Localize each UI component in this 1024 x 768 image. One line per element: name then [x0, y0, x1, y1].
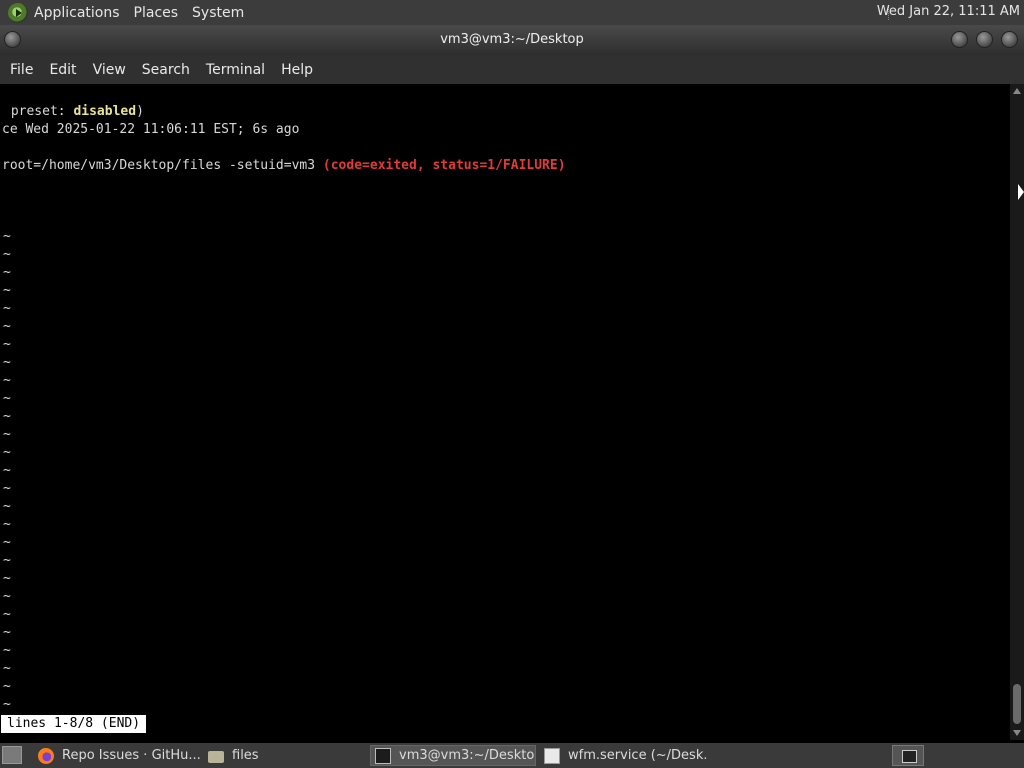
empty-line-tilde: ~ [3, 625, 11, 640]
task-files[interactable]: files [204, 745, 364, 766]
terminal-output[interactable]: preset: disabled) ce Wed 2025-01-22 11:0… [0, 84, 1010, 740]
task-label: Repo Issues · GitHu... [62, 748, 200, 763]
task-label: files [232, 748, 259, 763]
terminal-line-active-since: ce Wed 2025-01-22 11:06:11 EST; 6s ago [2, 122, 300, 137]
empty-line-tilde: ~ [3, 661, 11, 676]
close-button[interactable] [1001, 31, 1018, 48]
empty-line-tilde: ~ [3, 589, 11, 604]
mouse-pointer-icon [1018, 184, 1024, 200]
task-firefox[interactable]: Repo Issues · GitHu... [34, 745, 200, 766]
bottom-panel: Repo Issues · GitHu... files vm3@vm3:~/D… [0, 743, 1024, 768]
empty-line-tilde: ~ [3, 607, 11, 622]
empty-line-tilde: ~ [3, 463, 11, 478]
text-editor-icon [544, 747, 560, 764]
empty-line-tilde: ~ [3, 553, 11, 568]
empty-line-tilde: ~ [3, 283, 11, 298]
window-title: vm3@vm3:~/Desktop [440, 32, 584, 47]
applications-menu[interactable]: Applications [34, 5, 120, 21]
preset-suffix: ) [136, 104, 144, 119]
menu-search[interactable]: Search [142, 62, 190, 78]
menu-terminal[interactable]: Terminal [206, 62, 265, 78]
folder-icon [208, 750, 224, 763]
maximize-button[interactable] [976, 31, 993, 48]
minimize-button[interactable] [951, 31, 968, 48]
terminal-line-preset: preset: disabled) [3, 103, 144, 121]
empty-line-tilde: ~ [3, 301, 11, 316]
empty-line-tilde: ~ [3, 319, 11, 334]
menu-file[interactable]: File [10, 62, 33, 78]
distro-logo-icon[interactable] [8, 2, 28, 23]
empty-line-tilde: ~ [3, 391, 11, 406]
scroll-thumb[interactable] [1013, 684, 1021, 724]
empty-line-tilde: ~ [3, 427, 11, 442]
empty-line-tilde: ~ [3, 355, 11, 370]
empty-line-tilde: ~ [3, 571, 11, 586]
places-menu[interactable]: Places [134, 5, 179, 21]
terminal-scrollbar[interactable] [1010, 84, 1024, 740]
process-command: root=/home/vm3/Desktop/files -setuid=vm3 [2, 158, 323, 173]
task-editor[interactable]: wfm.service (~/Desk... [540, 745, 706, 766]
menu-edit[interactable]: Edit [49, 62, 76, 78]
firefox-icon [38, 747, 54, 764]
show-desktop-button[interactable] [2, 746, 22, 764]
empty-line-tilde: ~ [3, 229, 11, 244]
scroll-up-icon[interactable] [1013, 88, 1021, 94]
empty-line-tilde: ~ [3, 247, 11, 262]
empty-line-tilde: ~ [3, 643, 11, 658]
empty-line-tilde: ~ [3, 535, 11, 550]
empty-line-tilde: ~ [3, 409, 11, 424]
empty-line-tilde: ~ [3, 373, 11, 388]
terminal-menubar: File Edit View Search Terminal Help [0, 55, 1024, 84]
empty-line-tilde: ~ [3, 481, 11, 496]
empty-line-tilde: ~ [3, 679, 11, 694]
empty-line-tilde: ~ [3, 517, 11, 532]
empty-line-tilde: ~ [3, 499, 11, 514]
task-label: wfm.service (~/Desk... [568, 748, 706, 763]
clock[interactable]: Wed Jan 22, 11:11 AM [877, 4, 1020, 19]
scroll-down-icon[interactable] [1013, 730, 1021, 736]
workspace-switcher[interactable] [892, 745, 924, 766]
task-label: vm3@vm3:~/Desktop [399, 748, 536, 763]
empty-line-tilde: ~ [3, 337, 11, 352]
empty-line-tilde: ~ [3, 445, 11, 460]
preset-label: preset: [3, 104, 74, 119]
terminal-line-process: root=/home/vm3/Desktop/files -setuid=vm3… [2, 157, 566, 175]
window-titlebar[interactable]: vm3@vm3:~/Desktop [0, 25, 1024, 55]
system-menu[interactable]: System [192, 5, 244, 21]
empty-line-tilde: ~ [3, 697, 11, 712]
terminal-icon [375, 747, 391, 764]
pager-status: lines 1-8/8 (END) [1, 715, 147, 733]
menu-view[interactable]: View [93, 62, 126, 78]
task-terminal[interactable]: vm3@vm3:~/Desktop [370, 745, 536, 766]
top-panel: Applications Places System Wed Jan 22, 1… [0, 0, 1024, 25]
process-error-status: (code=exited, status=1/FAILURE) [322, 158, 566, 173]
empty-line-tilde: ~ [3, 265, 11, 280]
preset-value: disabled [73, 104, 137, 119]
menu-help[interactable]: Help [281, 62, 313, 78]
